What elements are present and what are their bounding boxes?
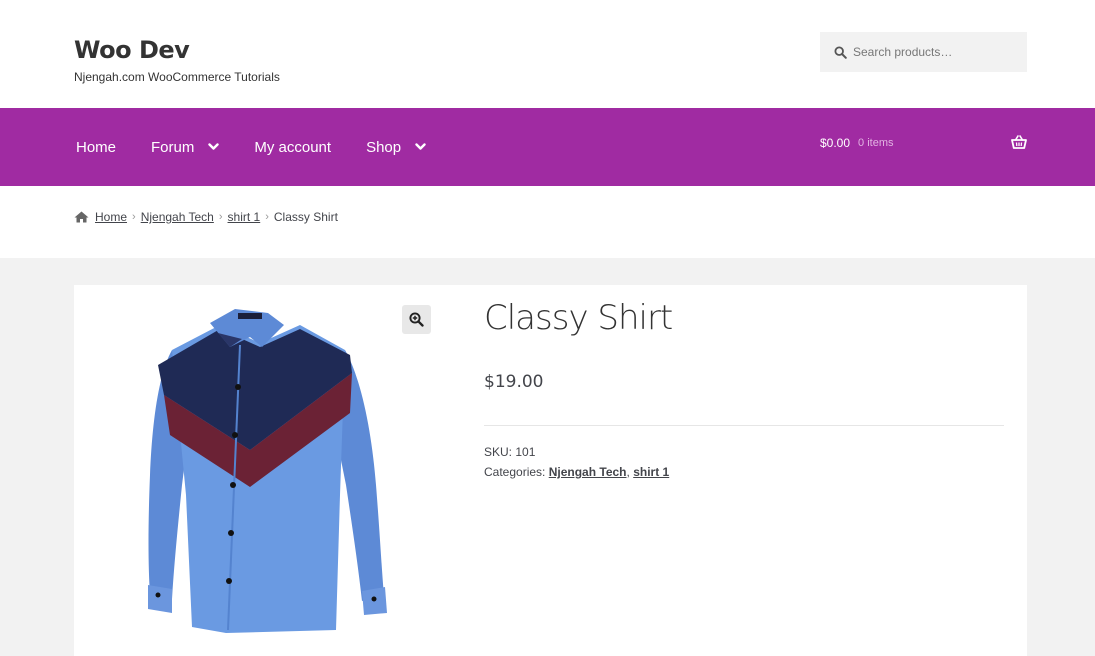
basket-icon[interactable]: [1011, 135, 1027, 152]
cart-link[interactable]: $0.00 0 items: [820, 108, 1027, 178]
nav-item-label: My account: [254, 138, 332, 156]
breadcrumb-separator: ›: [132, 211, 136, 223]
nav-item-forum[interactable]: Forum: [151, 138, 220, 156]
breadcrumb: Home › Njengah Tech › shirt 1 › Classy S…: [74, 210, 338, 224]
nav-item-my-account[interactable]: My account: [254, 139, 331, 156]
search-icon: [834, 45, 847, 59]
breadcrumb-link-njengah-tech[interactable]: Njengah Tech: [141, 210, 214, 224]
category-separator: ,: [626, 465, 630, 479]
cart-amount: $0.00: [820, 136, 851, 150]
nav-item-home[interactable]: Home: [76, 139, 116, 156]
product-image[interactable]: [100, 295, 410, 645]
category-link-shirt-1[interactable]: shirt 1: [633, 465, 669, 479]
product-price: $19.00: [484, 372, 544, 392]
search-box[interactable]: [820, 32, 1027, 72]
categories-label: Categories:: [484, 465, 546, 479]
nav-item-label: Forum: [151, 138, 195, 156]
breadcrumb-link-home[interactable]: Home: [95, 210, 127, 224]
nav-item-label: Home: [76, 138, 117, 156]
nav-menu: Home Forum My account Shop: [76, 108, 461, 186]
sku-row: SKU: 101: [484, 442, 1004, 462]
product-title: Classy Shirt: [484, 298, 673, 338]
sku-label: SKU:: [484, 445, 513, 459]
categories-row: Categories: Njengah Tech, shirt 1: [484, 462, 1004, 482]
site-tagline: Njengah.com WooCommerce Tutorials: [74, 70, 280, 84]
breadcrumb-link-shirt-1[interactable]: shirt 1: [228, 210, 261, 224]
product-meta: SKU: 101 Categories: Njengah Tech, shirt…: [484, 442, 1004, 482]
sku-value: 101: [515, 445, 536, 459]
zoom-button[interactable]: [402, 305, 431, 334]
chevron-down-icon[interactable]: [415, 143, 426, 151]
breadcrumb-separator: ›: [265, 211, 269, 223]
category-link-njengah-tech[interactable]: Njengah Tech: [549, 465, 627, 479]
chevron-down-icon[interactable]: [208, 143, 220, 151]
site-branding: Woo Dev Njengah.com WooCommerce Tutorial…: [74, 34, 280, 84]
divider: [484, 425, 1004, 426]
cart-count: 0 items: [858, 137, 894, 149]
home-icon: [74, 211, 89, 223]
breadcrumb-current: Classy Shirt: [273, 210, 338, 224]
search-input[interactable]: [853, 45, 1023, 59]
nav-item-shop[interactable]: Shop: [366, 139, 426, 156]
breadcrumb-separator: ›: [218, 211, 223, 223]
primary-navigation: Home Forum My account Shop $0.00 0 items: [0, 108, 1095, 186]
product-summary: Classy Shirt $19.00 SKU: 101 Categories:…: [484, 296, 1004, 482]
nav-item-label: Shop: [366, 138, 402, 156]
site-title[interactable]: Woo Dev: [74, 34, 280, 66]
zoom-in-icon: [409, 312, 424, 327]
